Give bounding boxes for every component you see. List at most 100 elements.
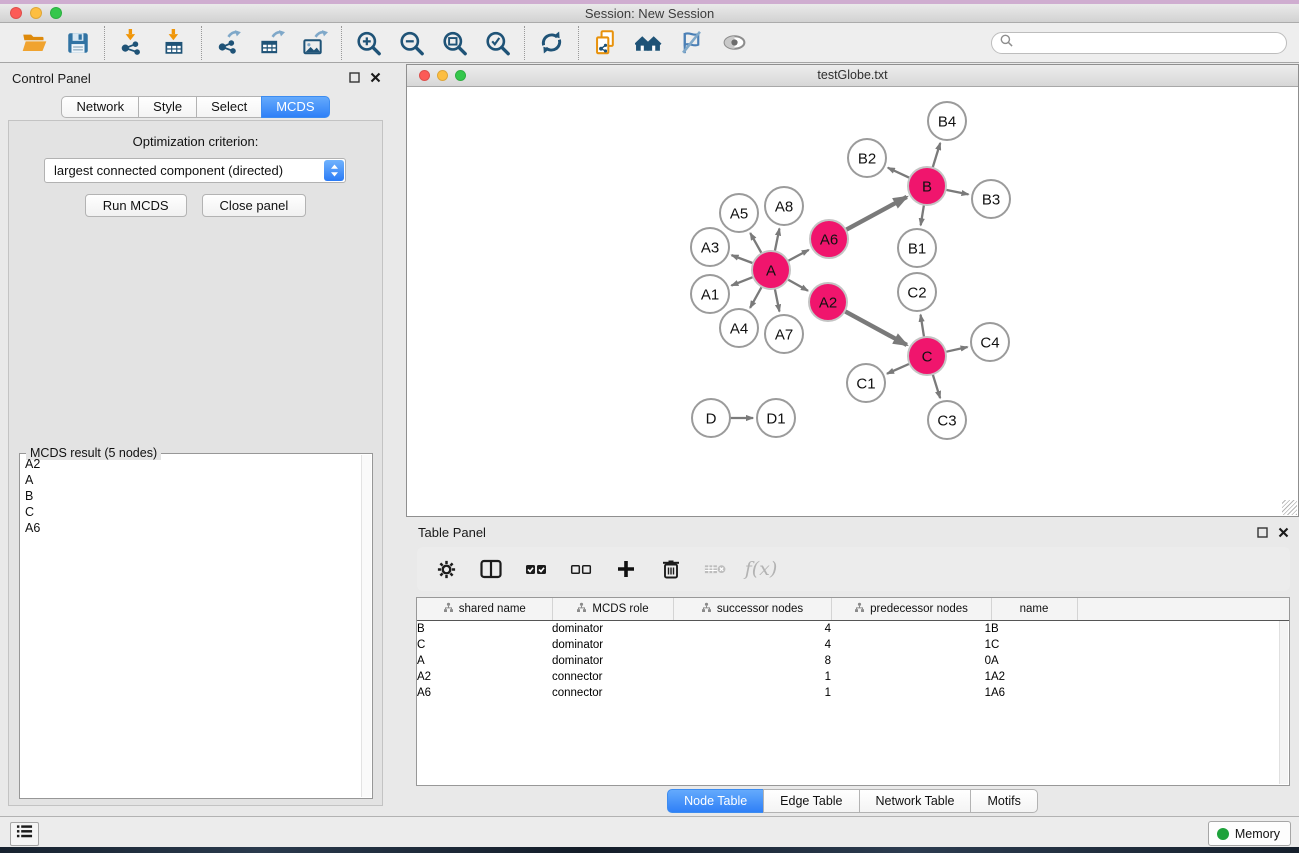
graph-edge-A-A3[interactable] bbox=[732, 255, 756, 264]
import-table-icon[interactable] bbox=[161, 29, 188, 56]
graph-edge-A-A6[interactable] bbox=[786, 250, 809, 262]
zoom-selected-icon[interactable] bbox=[484, 29, 511, 56]
result-item[interactable]: A bbox=[21, 472, 361, 488]
result-item[interactable]: B bbox=[21, 488, 361, 504]
zoom-out-icon[interactable] bbox=[398, 29, 425, 56]
graph-node-A3[interactable]: A3 bbox=[691, 228, 729, 266]
export-table-icon[interactable] bbox=[258, 29, 285, 56]
gear-icon[interactable] bbox=[434, 557, 458, 581]
graph-node-C[interactable]: C bbox=[908, 337, 946, 375]
deselect-all-icon[interactable] bbox=[569, 557, 593, 581]
graph-edge-A-A4[interactable] bbox=[750, 285, 763, 308]
result-item[interactable]: A6 bbox=[21, 520, 361, 536]
graph-edge-C-C3[interactable] bbox=[932, 372, 940, 398]
hide-details-icon[interactable] bbox=[678, 29, 705, 56]
graph-node-D1[interactable]: D1 bbox=[757, 399, 795, 437]
close-panel-icon[interactable] bbox=[370, 72, 381, 83]
graph-node-D[interactable]: D bbox=[692, 399, 730, 437]
result-scrollbar[interactable] bbox=[361, 455, 371, 797]
graph-node-B4[interactable]: B4 bbox=[928, 102, 966, 140]
column-header-MCDS-role[interactable]: MCDS role bbox=[552, 598, 673, 621]
table-row[interactable]: Adominator80A bbox=[417, 653, 1290, 669]
graph-node-A[interactable]: A bbox=[752, 251, 790, 289]
search-input[interactable] bbox=[1018, 35, 1278, 51]
graph-edge-A2-C[interactable] bbox=[843, 310, 907, 345]
graph-edge-A-A5[interactable] bbox=[750, 233, 762, 255]
close-panel-button[interactable]: Close panel bbox=[202, 194, 307, 217]
graph-edge-B-B4[interactable] bbox=[932, 143, 940, 170]
tab-node-table[interactable]: Node Table bbox=[667, 789, 764, 813]
graph-node-A8[interactable]: A8 bbox=[765, 187, 803, 225]
column-header-successor-nodes[interactable]: successor nodes bbox=[673, 598, 831, 621]
add-icon[interactable] bbox=[614, 557, 638, 581]
graph-node-B3[interactable]: B3 bbox=[972, 180, 1010, 218]
result-item[interactable]: A2 bbox=[21, 456, 361, 472]
table-row[interactable]: A2connector11A2 bbox=[417, 669, 1290, 685]
network-window-titlebar[interactable]: testGlobe.txt bbox=[407, 65, 1298, 87]
graph-node-B2[interactable]: B2 bbox=[848, 139, 886, 177]
graph-node-A2[interactable]: A2 bbox=[809, 283, 847, 321]
task-history-button[interactable] bbox=[10, 822, 39, 846]
open-folder-icon[interactable] bbox=[21, 29, 48, 56]
run-mcds-button[interactable]: Run MCDS bbox=[85, 194, 187, 217]
graph-edge-B-B3[interactable] bbox=[944, 189, 969, 194]
graph-node-C2[interactable]: C2 bbox=[898, 273, 936, 311]
table-row[interactable]: Cdominator41C bbox=[417, 637, 1290, 653]
graph-node-A5[interactable]: A5 bbox=[720, 194, 758, 232]
graph-node-B1[interactable]: B1 bbox=[898, 229, 936, 267]
export-network-icon[interactable] bbox=[215, 29, 242, 56]
search-field[interactable] bbox=[991, 32, 1287, 54]
graph-node-B[interactable]: B bbox=[908, 167, 946, 205]
graph-edge-A-A8[interactable] bbox=[774, 229, 779, 254]
tab-style[interactable]: Style bbox=[138, 96, 197, 118]
graph-node-C4[interactable]: C4 bbox=[971, 323, 1009, 361]
graph-node-A6[interactable]: A6 bbox=[810, 220, 848, 258]
table-row[interactable]: Bdominator41B bbox=[417, 621, 1290, 638]
tab-network[interactable]: Network bbox=[61, 96, 139, 118]
refresh-icon[interactable] bbox=[538, 29, 565, 56]
tab-select[interactable]: Select bbox=[196, 96, 262, 118]
graph-edge-A6-B[interactable] bbox=[844, 197, 907, 231]
column-header-predecessor-nodes[interactable]: predecessor nodes bbox=[831, 598, 991, 621]
float-panel-icon[interactable] bbox=[349, 72, 360, 83]
graph-node-C1[interactable]: C1 bbox=[847, 364, 885, 402]
export-image-icon[interactable] bbox=[301, 29, 328, 56]
graph-edge-C-C2[interactable] bbox=[921, 315, 925, 339]
mcds-result-list[interactable]: A2ABCA6 bbox=[21, 456, 361, 797]
memory-button[interactable]: Memory bbox=[1208, 821, 1291, 846]
tab-edge-table[interactable]: Edge Table bbox=[763, 789, 859, 813]
import-network-icon[interactable] bbox=[118, 29, 145, 56]
delete-icon[interactable] bbox=[659, 557, 683, 581]
graph-node-A7[interactable]: A7 bbox=[765, 315, 803, 353]
tab-motifs[interactable]: Motifs bbox=[970, 789, 1037, 813]
network-canvas[interactable]: B4 B2 B B3 A8A5 A6 A3 B1 A C2 A1 A2 A4A7 C4 C C1 C3 D D1 bbox=[407, 87, 1298, 516]
zoom-fit-icon[interactable] bbox=[441, 29, 468, 56]
graph-edge-A-A1[interactable] bbox=[731, 276, 755, 285]
tab-mcds[interactable]: MCDS bbox=[261, 96, 329, 118]
graph-edge-C-C1[interactable] bbox=[887, 363, 911, 374]
graph-node-A1[interactable]: A1 bbox=[691, 275, 729, 313]
graph-node-A4[interactable]: A4 bbox=[720, 309, 758, 347]
column-header-name[interactable]: name bbox=[991, 598, 1077, 621]
select-all-icon[interactable] bbox=[524, 557, 548, 581]
home-icon[interactable] bbox=[635, 29, 662, 56]
column-header-shared-name[interactable]: shared name bbox=[417, 598, 552, 621]
clone-network-icon[interactable] bbox=[592, 29, 619, 56]
graph-edge-B-B2[interactable] bbox=[888, 168, 912, 179]
split-panel-icon[interactable] bbox=[479, 557, 503, 581]
result-item[interactable]: C bbox=[21, 504, 361, 520]
optimization-criterion-select[interactable]: largest connected component (directed) bbox=[44, 158, 346, 183]
graph-edge-A-A7[interactable] bbox=[774, 287, 779, 312]
tab-network-table[interactable]: Network Table bbox=[859, 789, 972, 813]
float-table-panel-icon[interactable] bbox=[1257, 527, 1268, 538]
graph-edge-A-A2[interactable] bbox=[786, 278, 808, 290]
save-icon[interactable] bbox=[64, 29, 91, 56]
table-row[interactable]: A6connector11A6 bbox=[417, 685, 1290, 701]
resize-grip[interactable] bbox=[1282, 500, 1297, 515]
graph-node-C3[interactable]: C3 bbox=[928, 401, 966, 439]
eye-icon[interactable] bbox=[721, 29, 748, 56]
graph-edge-C-C4[interactable] bbox=[944, 347, 968, 352]
graph-edge-B-B1[interactable] bbox=[921, 203, 925, 226]
zoom-in-icon[interactable] bbox=[355, 29, 382, 56]
table-scrollbar[interactable] bbox=[1279, 621, 1288, 784]
